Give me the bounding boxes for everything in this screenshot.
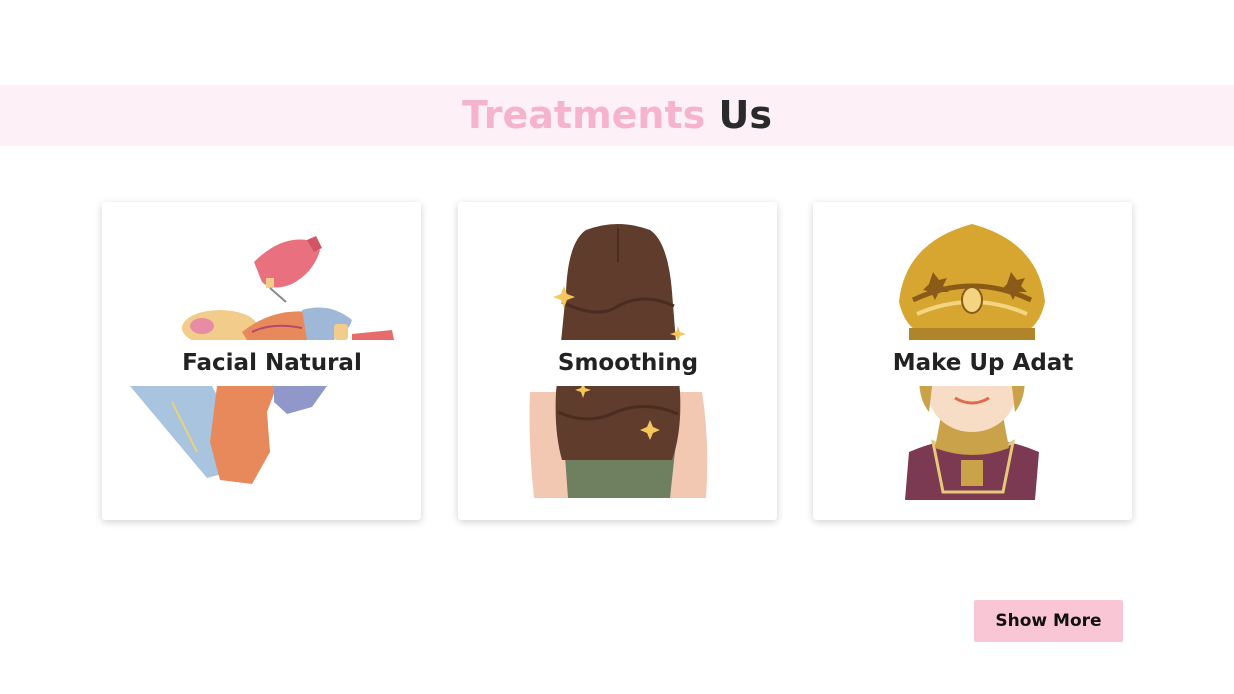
- treatment-label: Smoothing: [557, 350, 699, 376]
- show-more-button[interactable]: Show More: [974, 600, 1123, 642]
- title-rest: Us: [718, 93, 772, 137]
- treatment-card-smoothing[interactable]: Smoothing: [458, 202, 777, 520]
- treatment-label: Make Up Adat: [892, 350, 1074, 376]
- title-accent: Treatments: [462, 93, 706, 137]
- title-band: Treatments Us: [0, 85, 1234, 146]
- treatment-card-make-up-adat[interactable]: Make Up Adat: [813, 202, 1132, 520]
- treatment-card-facial-natural[interactable]: Facial Natural: [102, 202, 421, 520]
- section-title: Treatments Us: [0, 85, 1234, 146]
- treatment-label: Facial Natural: [182, 350, 362, 376]
